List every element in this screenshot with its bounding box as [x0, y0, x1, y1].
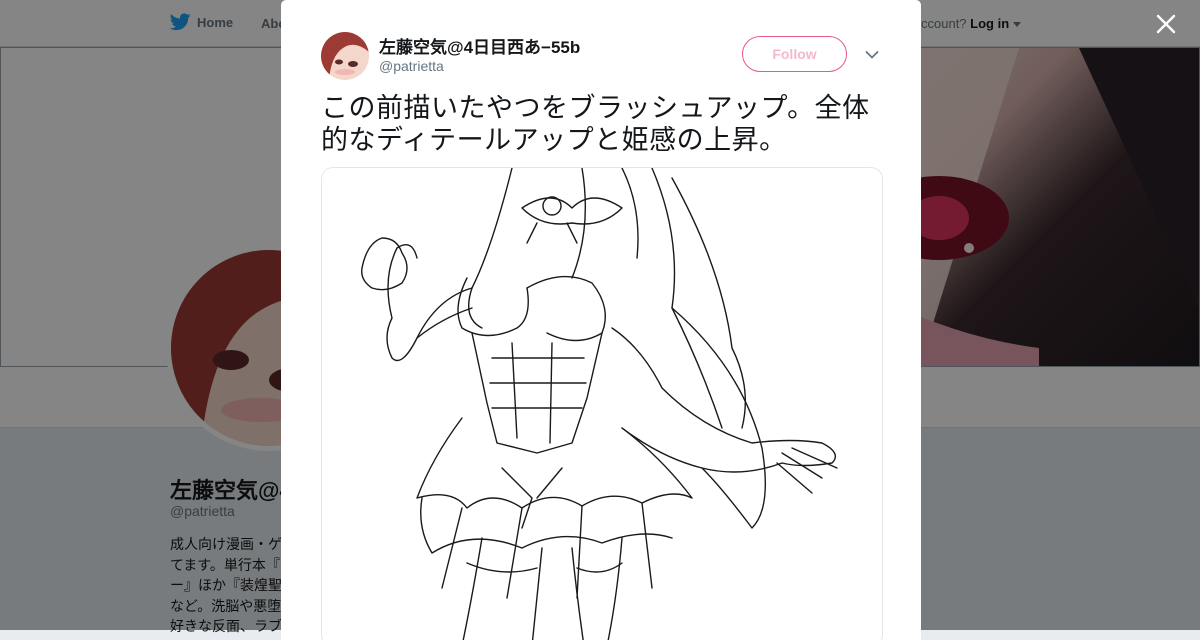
tweet-modal: 左藤空気@4日目西あ−55b @patrietta Follow この前描いたや…	[281, 0, 921, 640]
chevron-down-icon[interactable]	[863, 46, 881, 64]
tweet-image[interactable]	[321, 167, 883, 640]
follow-button[interactable]: Follow	[742, 36, 847, 72]
author-name[interactable]: 左藤空気@4日目西あ−55b	[379, 33, 580, 58]
close-icon[interactable]	[1152, 10, 1180, 38]
tweet-text: この前描いたやつをブラッシュアップ。全体的なディテールアップと姫感の上昇。	[321, 93, 870, 155]
author-avatar[interactable]	[321, 32, 369, 80]
author-handle[interactable]: @patrietta	[379, 58, 444, 74]
